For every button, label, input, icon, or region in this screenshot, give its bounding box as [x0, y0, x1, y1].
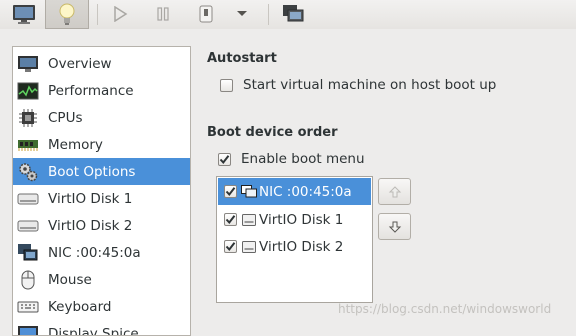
sidebar-item-display-spice[interactable]: Display Spice: [13, 320, 190, 336]
sidebar-item-label: VirtIO Disk 2: [48, 218, 132, 234]
sidebar-item-boot-options[interactable]: Boot Options: [13, 158, 190, 185]
checkmark-icon: [225, 186, 236, 197]
shutdown-menu-button[interactable]: [229, 2, 255, 26]
boot-device-list: NIC :00:45:0a VirtIO Disk 1 VirtIO Disk …: [216, 176, 373, 303]
boot-device-label: VirtIO Disk 2: [259, 239, 343, 255]
pause-icon: [155, 6, 171, 22]
boot-device-row[interactable]: VirtIO Disk 2: [218, 233, 371, 260]
monitor-icon: [12, 4, 36, 24]
arrow-up-icon: [388, 185, 402, 199]
enable-boot-menu-label: Enable boot menu: [241, 151, 365, 167]
sidebar-item-cpus[interactable]: CPUs: [13, 104, 190, 131]
sidebar-item-label: Performance: [48, 83, 134, 99]
hardware-list: Overview Performance CPUs Memory Boot Op…: [12, 46, 191, 336]
play-icon: [112, 6, 128, 22]
boot-device-checkbox[interactable]: [224, 213, 237, 226]
lightbulb-icon: [58, 2, 76, 26]
move-up-button[interactable]: [378, 178, 411, 205]
boot-device-checkbox[interactable]: [224, 240, 237, 253]
autostart-label: Start virtual machine on host boot up: [243, 77, 496, 93]
shutdown-button[interactable]: [193, 2, 219, 26]
sidebar-item-label: Display Spice: [48, 326, 139, 336]
console-button[interactable]: [11, 2, 37, 26]
boot-device-label: VirtIO Disk 1: [259, 212, 343, 228]
autostart-option[interactable]: Start virtual machine on host boot up: [220, 77, 496, 93]
memory-module-icon: [17, 135, 39, 155]
sidebar-item-label: NIC :00:45:0a: [48, 245, 141, 261]
keyboard-icon: [17, 297, 39, 317]
fullscreen-button[interactable]: [280, 2, 306, 26]
screens-icon: [282, 4, 304, 24]
display-icon: [17, 324, 39, 336]
sidebar-item-label: Overview: [48, 56, 112, 72]
hard-disk-icon: [241, 240, 257, 254]
toolbar-separator: [268, 4, 269, 25]
watermark: https://blog.csdn.net/windowsworld: [338, 302, 551, 316]
checkmark-icon: [219, 154, 230, 165]
monitor-icon: [17, 54, 39, 74]
hard-disk-icon: [241, 213, 257, 227]
sidebar-item-virtio-disk-2[interactable]: VirtIO Disk 2: [13, 212, 190, 239]
arrow-down-icon: [388, 220, 402, 234]
checkmark-icon: [225, 241, 236, 252]
autostart-checkbox[interactable]: [220, 79, 233, 92]
chevron-down-icon: [236, 10, 248, 18]
checkmark-icon: [225, 214, 236, 225]
enable-boot-menu-option[interactable]: Enable boot menu: [218, 151, 365, 167]
sidebar-item-virtio-disk-1[interactable]: VirtIO Disk 1: [13, 185, 190, 212]
sidebar-item-label: VirtIO Disk 1: [48, 191, 132, 207]
cpu-chip-icon: [17, 108, 39, 128]
boot-device-checkbox[interactable]: [224, 185, 237, 198]
hard-disk-icon: [17, 189, 39, 209]
sidebar-item-label: CPUs: [48, 110, 82, 126]
toolbar-separator: [97, 4, 98, 25]
sidebar-item-label: Memory: [48, 137, 103, 153]
move-down-button[interactable]: [378, 213, 411, 240]
power-icon: [198, 5, 214, 23]
boot-device-row[interactable]: VirtIO Disk 1: [218, 206, 371, 233]
gears-icon: [17, 162, 39, 182]
sidebar-item-label: Mouse: [48, 272, 92, 288]
sidebar-item-performance[interactable]: Performance: [13, 77, 190, 104]
autostart-heading: Autostart: [207, 51, 277, 66]
enable-boot-menu-checkbox[interactable]: [218, 153, 231, 166]
boot-order-heading: Boot device order: [207, 125, 338, 140]
sidebar-item-keyboard[interactable]: Keyboard: [13, 293, 190, 320]
sidebar-item-overview[interactable]: Overview: [13, 50, 190, 77]
details-button[interactable]: [45, 0, 89, 29]
boot-device-row[interactable]: NIC :00:45:0a: [218, 178, 371, 205]
run-button[interactable]: [107, 2, 133, 26]
sidebar-item-mouse[interactable]: Mouse: [13, 266, 190, 293]
network-icon: [17, 243, 39, 263]
sidebar-item-label: Keyboard: [48, 299, 111, 315]
sidebar-item-nic[interactable]: NIC :00:45:0a: [13, 239, 190, 266]
network-icon: [241, 185, 257, 199]
sidebar-item-label: Boot Options: [48, 164, 135, 180]
boot-device-label: NIC :00:45:0a: [259, 184, 352, 200]
mouse-icon: [17, 270, 39, 290]
performance-graph-icon: [17, 81, 39, 101]
pause-button[interactable]: [150, 2, 176, 26]
hard-disk-icon: [17, 216, 39, 236]
toolbar: [0, 0, 576, 29]
sidebar-item-memory[interactable]: Memory: [13, 131, 190, 158]
